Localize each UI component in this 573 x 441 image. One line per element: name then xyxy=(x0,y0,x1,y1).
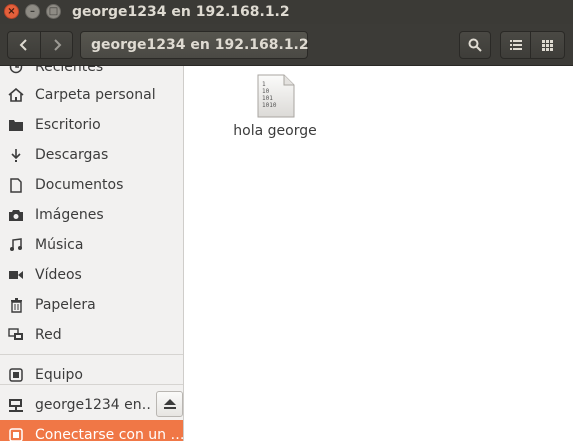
window-titlebar: × – □ george1234 en 192.168.1.2 xyxy=(0,0,573,24)
search-button[interactable] xyxy=(459,31,491,59)
binary-icon-line: 101 xyxy=(262,95,273,102)
sidebar-item-documentos[interactable]: Documentos xyxy=(0,170,183,200)
path-bar-button[interactable]: george1234 en 192.168.1.2 xyxy=(80,31,309,59)
maximize-window-button[interactable]: □ xyxy=(46,4,61,19)
clock-icon xyxy=(7,66,25,76)
home-icon xyxy=(7,86,25,104)
sidebar-item-label: Papelera xyxy=(35,297,96,313)
video-icon xyxy=(7,266,25,284)
sidebar: Recientes Carpeta personal Escritorio De… xyxy=(0,66,184,441)
search-icon xyxy=(468,38,482,52)
sidebar-separator xyxy=(0,354,183,355)
toolbar: george1234 en 192.168.1.2 xyxy=(0,24,573,66)
minimize-window-button[interactable]: – xyxy=(25,4,40,19)
grid-view-button[interactable] xyxy=(531,31,565,59)
sidebar-item-label: Documentos xyxy=(35,177,124,193)
connect-server-icon xyxy=(7,426,25,441)
binary-file-icon: 1 10 101 1010 xyxy=(257,74,295,118)
sidebar-item-label: Música xyxy=(35,237,84,253)
binary-icon-line: 10 xyxy=(262,88,270,95)
music-icon xyxy=(7,236,25,254)
sidebar-item-label: Vídeos xyxy=(35,267,82,283)
sidebar-item-equipo[interactable]: Equipo xyxy=(0,360,183,390)
list-view-button[interactable] xyxy=(500,31,531,59)
download-icon xyxy=(7,146,25,164)
sidebar-item-label: Descargas xyxy=(35,147,109,163)
navigation-group xyxy=(7,31,73,59)
sidebar-item-label: Conectarse con un … xyxy=(35,427,184,441)
eject-button[interactable] xyxy=(156,391,183,417)
network-share-icon xyxy=(7,396,25,414)
camera-icon xyxy=(7,206,25,224)
sidebar-item-connect-server[interactable]: Conectarse con un … xyxy=(0,420,184,441)
chevron-right-icon xyxy=(54,39,62,51)
folder-icon xyxy=(7,116,25,134)
sidebar-item-label: george1234 en… xyxy=(35,397,152,413)
file-name: hola george xyxy=(233,123,317,139)
sidebar-item-imagenes[interactable]: Imágenes xyxy=(0,200,183,230)
sidebar-item-label: Equipo xyxy=(35,367,83,383)
sidebar-separator xyxy=(0,384,183,385)
back-button[interactable] xyxy=(8,32,41,58)
sidebar-item-carpeta-personal[interactable]: Carpeta personal xyxy=(0,80,183,110)
binary-icon-line: 1 xyxy=(262,81,266,88)
sidebar-item-papelera[interactable]: Papelera xyxy=(0,290,183,320)
sidebar-item-label: Escritorio xyxy=(35,117,101,133)
sidebar-item-label: Carpeta personal xyxy=(35,87,156,103)
eject-icon xyxy=(163,399,176,409)
document-icon xyxy=(7,176,25,194)
close-window-button[interactable]: × xyxy=(4,4,19,19)
sidebar-item-videos[interactable]: Vídeos xyxy=(0,260,183,290)
sidebar-item-red[interactable]: Red xyxy=(0,320,183,350)
sidebar-item-network-share[interactable]: george1234 en… xyxy=(0,390,152,420)
network-icon xyxy=(7,326,25,344)
trash-icon xyxy=(7,296,25,314)
sidebar-item-label: Red xyxy=(35,327,62,343)
sidebar-item-escritorio[interactable]: Escritorio xyxy=(0,110,183,140)
window-title: george1234 en 192.168.1.2 xyxy=(72,4,290,20)
computer-icon xyxy=(7,366,25,384)
binary-icon-line: 1010 xyxy=(262,102,277,109)
path-bar-label: george1234 en 192.168.1.2 xyxy=(91,37,309,53)
sidebar-item-label: Imágenes xyxy=(35,207,104,223)
sidebar-item-descargas[interactable]: Descargas xyxy=(0,140,183,170)
sidebar-item-musica[interactable]: Música xyxy=(0,230,183,260)
grid-view-icon xyxy=(542,39,553,51)
forward-button[interactable] xyxy=(41,32,73,58)
list-view-icon xyxy=(509,40,522,50)
file-view[interactable]: 1 10 101 1010 hola george xyxy=(190,66,573,441)
chevron-left-icon xyxy=(19,39,27,51)
sidebar-item-label: Recientes xyxy=(35,66,104,75)
